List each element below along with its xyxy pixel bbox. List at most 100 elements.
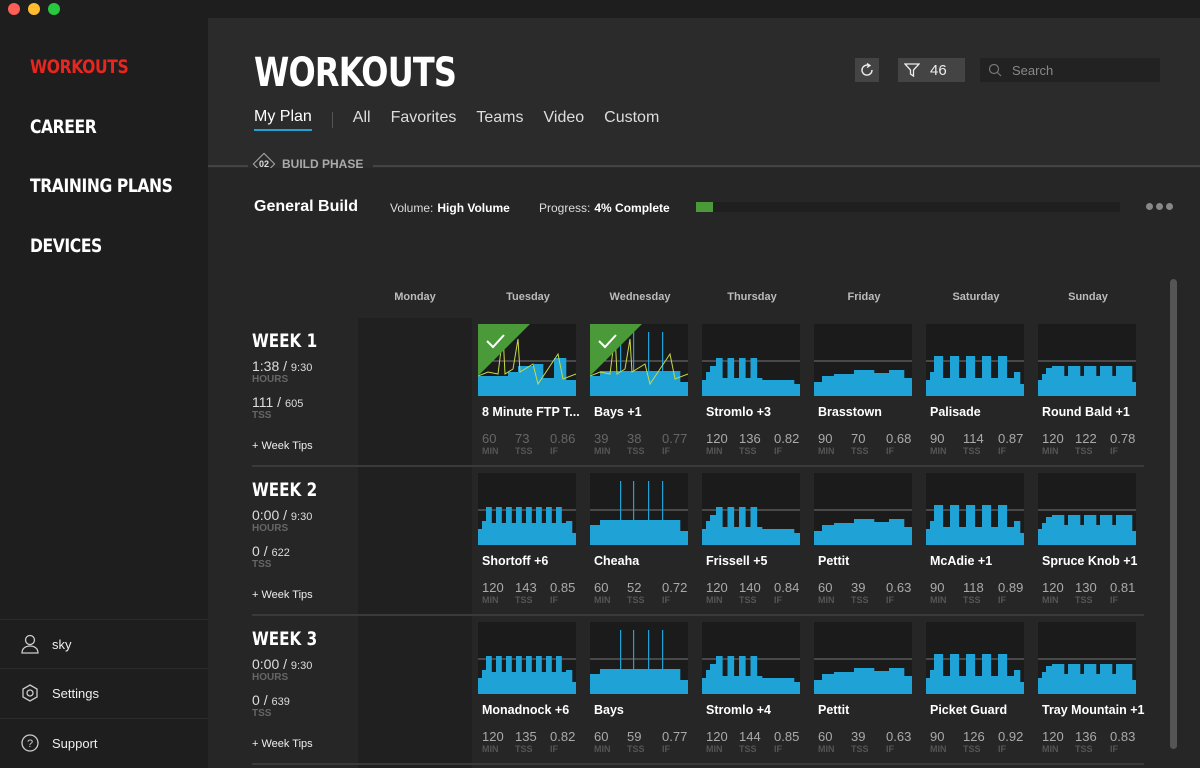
workout-card[interactable]: Stromlo +3 120 136 0.82 MIN TSS IF (702, 324, 802, 464)
interval-block (762, 678, 795, 694)
header: WORKOUTS My Plan All Favorites Teams Vid… (208, 18, 1200, 243)
tss-label: TSS (627, 744, 645, 754)
svg-text:?: ? (27, 738, 33, 750)
workout-profile-chart (590, 324, 688, 396)
workout-card[interactable]: Brasstown 90 70 0.68 MIN TSS IF (814, 324, 914, 464)
tss-label: TSS (1075, 744, 1093, 754)
workout-card[interactable]: Bays 60 59 0.77 MIN TSS IF (590, 622, 690, 762)
min-label: MIN (482, 595, 499, 605)
week-tips-link[interactable]: + Week Tips (252, 738, 313, 750)
sidebar-item-training-plans[interactable]: TRAINING PLANS (30, 175, 173, 197)
support-button[interactable]: ? Support (0, 718, 208, 767)
interval-block (1096, 674, 1101, 694)
interval-block (930, 521, 935, 545)
settings-button[interactable]: Settings (0, 668, 208, 717)
workout-card[interactable]: Pettit 60 39 0.63 MIN TSS IF (814, 622, 914, 762)
interval-block (966, 505, 976, 545)
tab-custom[interactable]: Custom (604, 109, 659, 130)
week-tss: 0 / 622 (252, 543, 290, 559)
minimize-window-button[interactable] (28, 3, 40, 15)
workout-tss: 73 (515, 431, 530, 446)
close-window-button[interactable] (8, 3, 20, 15)
interval-block (518, 366, 535, 396)
sprint-spike (648, 481, 650, 545)
workout-card[interactable]: Palisade 90 114 0.87 MIN TSS IF (926, 324, 1026, 464)
workout-card[interactable]: Cheaha 60 52 0.72 MIN TSS IF (590, 473, 690, 613)
interval-block (934, 654, 944, 694)
day-header-monday: Monday (394, 291, 436, 303)
min-label: MIN (594, 744, 611, 754)
refresh-button[interactable] (855, 58, 879, 82)
sidebar-item-devices[interactable]: DEVICES (30, 235, 102, 257)
filter-button[interactable]: 46 (898, 58, 965, 82)
workout-card[interactable]: Round Bald +1 120 122 0.78 MIN TSS IF (1038, 324, 1138, 464)
interval-block (1042, 523, 1047, 545)
workout-card[interactable]: Frissell +5 120 140 0.84 MIN TSS IF (702, 473, 802, 613)
workout-card[interactable]: Stromlo +4 120 144 0.85 MIN TSS IF (702, 622, 802, 762)
week-tss: 0 / 639 (252, 692, 290, 708)
tab-teams[interactable]: Teams (476, 109, 523, 130)
interval-block (1006, 676, 1015, 694)
tss-label: TSS (739, 744, 757, 754)
week-title: WEEK 1 (252, 330, 318, 352)
workout-card[interactable]: Tray Mountain +1 120 136 0.83 MIN TSS IF (1038, 622, 1144, 762)
workout-minutes: 39 (594, 431, 609, 446)
interval-block (506, 656, 512, 694)
progress-bar (696, 202, 1120, 212)
interval-block (756, 676, 763, 694)
interval-block (1084, 664, 1097, 694)
tab-all[interactable]: All (353, 109, 371, 130)
interval-block (756, 527, 763, 545)
interval-block (834, 672, 855, 694)
tab-my-plan[interactable]: My Plan (254, 108, 312, 131)
interval-block (950, 356, 960, 396)
scrollbar[interactable] (1170, 279, 1177, 749)
more-options-button[interactable] (1146, 203, 1173, 210)
interval-block (482, 670, 487, 694)
workout-card[interactable]: Picket Guard 90 126 0.92 MIN TSS IF (926, 622, 1026, 762)
day-header-sunday: Sunday (1068, 291, 1108, 303)
workout-card[interactable]: Bays +1 39 38 0.77 MIN TSS IF (590, 324, 690, 464)
zoom-window-button[interactable] (48, 3, 60, 15)
interval-block (1080, 376, 1085, 396)
plan-progress: Progress: 4% Complete (539, 201, 670, 215)
workout-card[interactable]: Monadnock +6 120 135 0.82 MIN TSS IF (478, 622, 578, 762)
workout-if: 0.68 (886, 431, 912, 446)
workout-card[interactable]: Spruce Knob +1 120 130 0.81 MIN TSS IF (1038, 473, 1138, 613)
interval-block (982, 654, 992, 694)
tab-video[interactable]: Video (544, 109, 585, 130)
user-account[interactable]: sky (0, 619, 208, 668)
week-tips-link[interactable]: + Week Tips (252, 589, 313, 601)
workout-card[interactable]: McAdie +1 90 118 0.89 MIN TSS IF (926, 473, 1026, 613)
week-tips-link[interactable]: + Week Tips (252, 440, 313, 452)
workout-if: 0.85 (774, 729, 800, 744)
filter-count: 46 (930, 61, 947, 79)
interval-block (1132, 531, 1136, 545)
workout-tss: 144 (739, 729, 761, 744)
workout-profile-chart (590, 630, 688, 694)
sidebar-item-workouts[interactable]: WORKOUTS (30, 56, 129, 78)
workout-name: Round Bald +1 (1042, 405, 1130, 419)
workout-profile-chart (702, 358, 800, 396)
search-input[interactable]: Search (980, 58, 1160, 82)
if-label: IF (886, 744, 894, 754)
interval-block (974, 676, 983, 694)
interval-block (794, 384, 800, 396)
min-label: MIN (706, 595, 723, 605)
tab-favorites[interactable]: Favorites (391, 109, 457, 130)
interval-block (1084, 515, 1097, 545)
help-icon: ? (21, 734, 39, 752)
workout-minutes: 60 (594, 729, 609, 744)
workout-card[interactable]: Pettit 60 39 0.63 MIN TSS IF (814, 473, 914, 613)
interval-block (1096, 376, 1101, 396)
interval-block (521, 672, 527, 694)
interval-block (508, 372, 519, 396)
workout-card[interactable]: 8 Minute FTP T... 60 73 0.86 MIN TSS IF (478, 324, 580, 464)
page-title: WORKOUTS (254, 50, 457, 96)
workout-card[interactable]: Shortoff +6 120 143 0.85 MIN TSS IF (478, 473, 578, 613)
interval-block (501, 523, 507, 545)
week-hours: 1:38 / 9:30 (252, 358, 313, 374)
sidebar-item-career[interactable]: CAREER (30, 116, 97, 138)
workout-name: Stromlo +3 (706, 405, 771, 419)
interval-block (942, 378, 951, 396)
